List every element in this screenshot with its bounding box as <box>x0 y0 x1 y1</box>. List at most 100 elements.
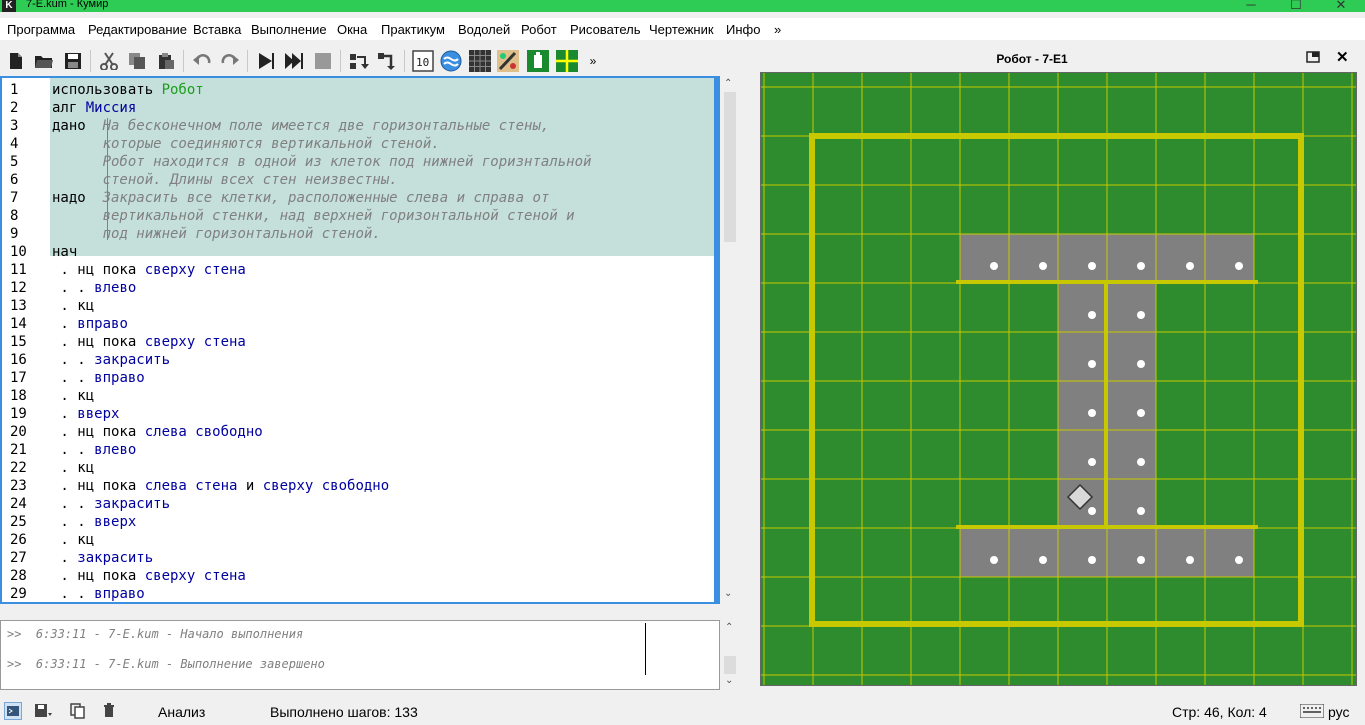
code-text: использовать Робот <box>52 82 204 98</box>
cell-mark <box>1039 262 1047 270</box>
menu-run[interactable]: Выполнение <box>251 22 327 37</box>
code-text: вертикальной стенки, над верхней горизон… <box>102 208 575 224</box>
code-line[interactable]: 12 . . влево <box>2 279 714 297</box>
code-line[interactable]: 13 . кц <box>2 297 714 315</box>
painted-cell <box>1156 234 1205 283</box>
menu-insert[interactable]: Вставка <box>193 22 241 37</box>
code-editor[interactable]: 1 использовать Робот 2 алг Миссия 3 дано На б… <box>0 76 720 604</box>
code-line[interactable]: 23 . нц пока слева стена и сверху свобод… <box>2 477 714 495</box>
menu-drawer[interactable]: Рисователь <box>570 22 640 37</box>
code-line[interactable]: 17 . . вправо <box>2 369 714 387</box>
code-line[interactable]: 24 . . закрасить <box>2 495 714 513</box>
close-window-icon[interactable]: ✕ <box>1326 0 1356 12</box>
menu-program[interactable]: Программа <box>7 22 75 37</box>
title-bar: K 7-E.kum - Кумир ─ ☐ ✕ <box>0 0 1365 12</box>
menu-robot[interactable]: Робот <box>521 22 557 37</box>
menu-more[interactable]: » <box>774 22 781 37</box>
editor-scroll-thumb[interactable] <box>724 92 736 242</box>
code-text: под нижней горизонтальной стеной. <box>102 226 381 242</box>
cell-mark <box>1088 262 1096 270</box>
kumir-app-icon: K <box>2 0 16 12</box>
code-line[interactable]: 11 . нц пока сверху стена <box>2 261 714 279</box>
code-line[interactable]: 28 . нц пока сверху стена <box>2 567 714 585</box>
line-number: 29 <box>10 586 27 602</box>
language-indicator[interactable]: рус <box>1328 704 1349 720</box>
menu-draftsman[interactable]: Чертежник <box>649 22 714 37</box>
cell-mark <box>1088 458 1096 466</box>
toolbar: 10 » <box>0 44 750 76</box>
code-line[interactable]: 25 . . вверх <box>2 513 714 531</box>
line-number: 16 <box>10 352 27 368</box>
line-number: 25 <box>10 514 27 530</box>
step-run-icon[interactable] <box>283 50 305 72</box>
code-line[interactable]: 18 . кц <box>2 387 714 405</box>
code-line[interactable]: 2 алг Миссия <box>2 99 714 117</box>
menu-edit[interactable]: Редактирование <box>88 22 187 37</box>
code-line[interactable]: 5 Робот находится в одной из клеток под … <box>2 153 714 171</box>
step-out-icon[interactable] <box>376 50 398 72</box>
code-text: нач <box>52 244 78 260</box>
undo-icon[interactable] <box>191 50 213 72</box>
console-message: >> 6:33:11 - 7-E.kum - Выполнение заверш… <box>7 657 325 671</box>
code-line[interactable]: 22 . кц <box>2 459 714 477</box>
code-text: . нц пока сверху стена <box>52 262 246 278</box>
menu-bar: Программа Редактирование Вставка Выполне… <box>0 18 1365 40</box>
copy-icon[interactable] <box>126 50 148 72</box>
code-line[interactable]: 6 стеной. Длины всех стен неизвестны. <box>2 171 714 189</box>
code-line[interactable]: 21 . . влево <box>2 441 714 459</box>
output-console[interactable]: >> 6:33:11 - 7-E.kum - Начало выполнения… <box>0 620 720 690</box>
code-line[interactable]: 27 . закрасить <box>2 549 714 567</box>
code-text: . . закрасить <box>52 352 171 368</box>
code-line[interactable]: 14 . вправо <box>2 315 714 333</box>
line-number: 6 <box>10 172 19 188</box>
vodoley-icon[interactable] <box>440 50 462 72</box>
code-line[interactable]: 9 под нижней горизонтальной стеной. <box>2 225 714 243</box>
code-line[interactable]: 29 . . вправо <box>2 585 714 602</box>
code-line[interactable]: 3 дано На бесконечном поле имеется две го… <box>2 117 714 135</box>
code-line[interactable]: 7 надо Закрасить все клетки, расположенны… <box>2 189 714 207</box>
close-panel-icon[interactable]: ✕ <box>1336 48 1349 66</box>
code-line[interactable]: 1 использовать Робот <box>2 81 714 99</box>
draftsman-icon[interactable] <box>556 50 578 72</box>
bucket-icon[interactable] <box>527 50 549 72</box>
grid-robot-icon[interactable] <box>469 50 491 72</box>
copy-output-icon[interactable] <box>70 703 88 722</box>
maximize-icon[interactable]: ☐ <box>1281 0 1311 12</box>
code-text: дано На бесконечном поле имеется две гор… <box>52 118 550 134</box>
editor-scrollbar[interactable]: ⌃ ⌄ <box>721 76 739 604</box>
code-line[interactable]: 4 которые соединяются вертикальной стено… <box>2 135 714 153</box>
code-line[interactable]: 8 вертикальной стенки, над верхней гориз… <box>2 207 714 225</box>
toolbar-more[interactable]: » <box>582 50 604 72</box>
step-in-icon[interactable] <box>348 50 370 72</box>
new-file-icon[interactable] <box>5 50 27 72</box>
minimize-icon[interactable]: ─ <box>1236 0 1266 12</box>
save-output-icon[interactable] <box>34 703 52 722</box>
run-icon[interactable] <box>255 50 277 72</box>
menu-windows[interactable]: Окна <box>337 22 367 37</box>
console-scrollbar[interactable]: ⌃ ⌄ <box>721 620 739 690</box>
clear-output-icon[interactable] <box>103 703 115 722</box>
stop-icon[interactable] <box>312 50 334 72</box>
menu-info[interactable]: Инфо <box>726 22 760 37</box>
robot-field[interactable] <box>760 72 1357 686</box>
code-text: . нц пока слева стена и сверху свободно <box>52 478 390 494</box>
code-line[interactable]: 16 . . закрасить <box>2 351 714 369</box>
console-toggle-icon[interactable] <box>4 702 22 720</box>
code-line[interactable]: 20 . нц пока слева свободно <box>2 423 714 441</box>
code-line[interactable]: 26 . кц <box>2 531 714 549</box>
menu-practicum[interactable]: Практикум <box>381 22 445 37</box>
cell-mark <box>1137 262 1145 270</box>
painter-icon[interactable] <box>497 50 519 72</box>
counter-icon[interactable]: 10 <box>412 50 434 72</box>
code-line[interactable]: 19 . вверх <box>2 405 714 423</box>
redo-icon[interactable] <box>219 50 241 72</box>
save-icon[interactable] <box>62 50 84 72</box>
code-text: . кц <box>52 460 95 476</box>
code-line[interactable]: 15 . нц пока сверху стена <box>2 333 714 351</box>
paste-icon[interactable] <box>155 50 177 72</box>
cut-icon[interactable] <box>98 50 120 72</box>
open-folder-icon[interactable] <box>33 50 55 72</box>
undock-icon[interactable] <box>1306 50 1320 67</box>
menu-vodoley[interactable]: Водолей <box>458 22 510 37</box>
code-line[interactable]: 10 нач <box>2 243 714 261</box>
